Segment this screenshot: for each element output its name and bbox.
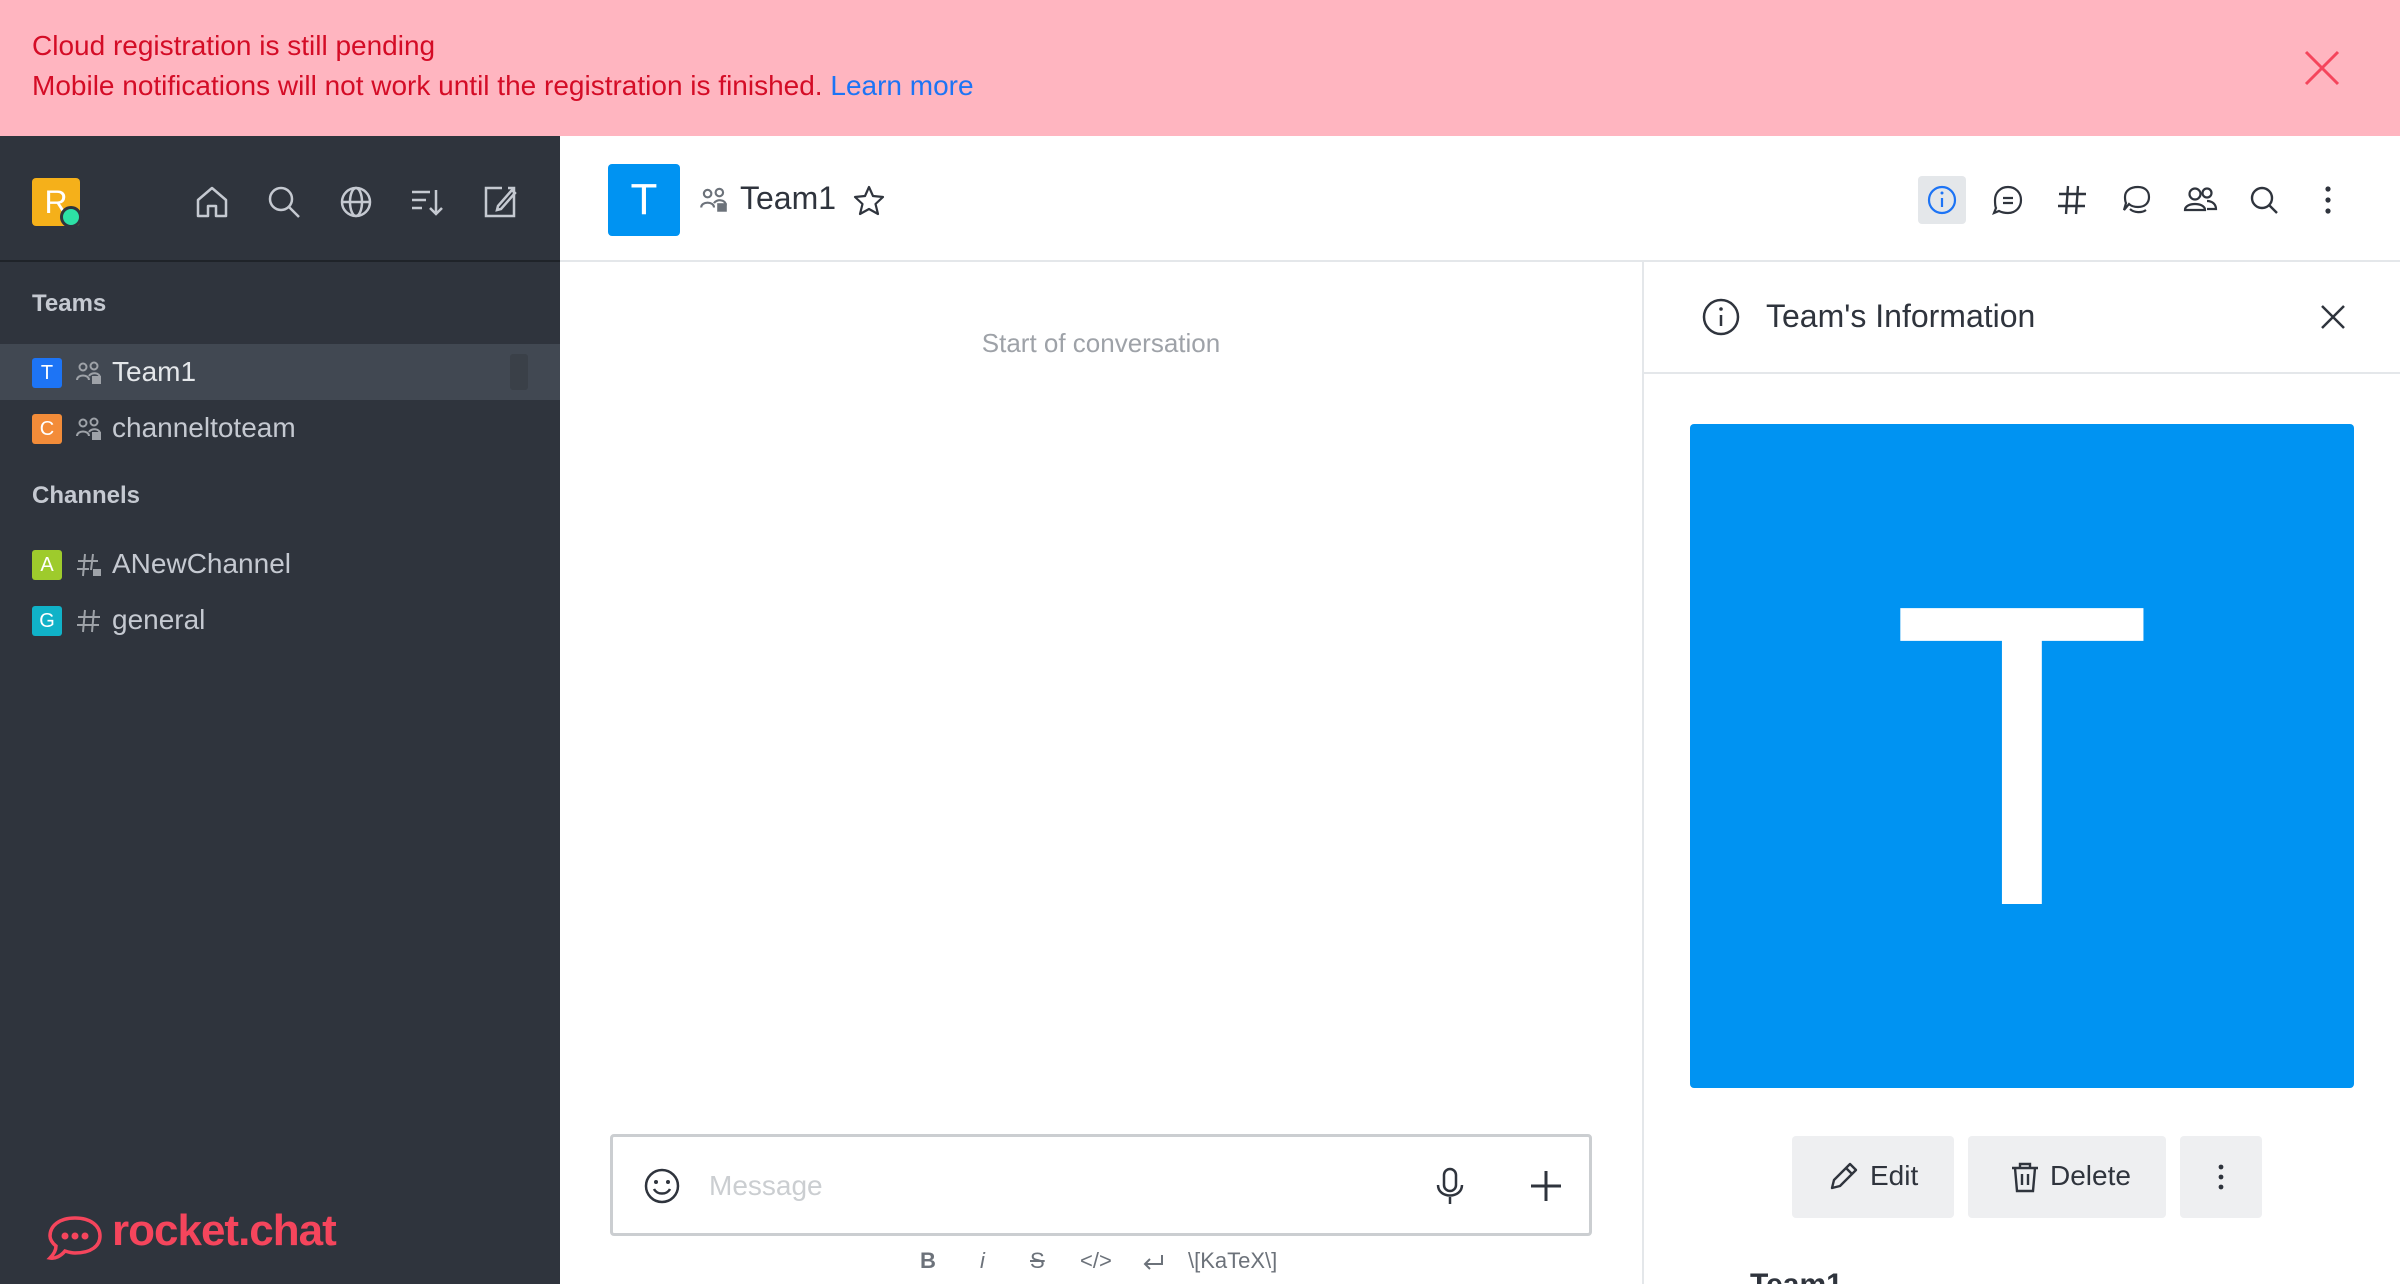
edit-label: Edit <box>1870 1160 1919 1191</box>
team-information-panel: Team's Information T Edit Delete Team1 <box>1642 262 2400 1284</box>
sidebar-item-team1[interactable]: T Team1 <box>0 344 560 400</box>
learn-more-link[interactable]: Learn more <box>830 70 973 101</box>
room-avatar: G <box>32 606 62 636</box>
sort-icon[interactable] <box>404 180 448 224</box>
message-composer <box>610 1134 1592 1236</box>
katex-format-button[interactable]: \[KaTeX\] <box>1188 1248 1277 1274</box>
sidebar-item-general[interactable]: G general <box>0 592 560 648</box>
channels-section-title: Channels <box>32 482 141 509</box>
cloud-registration-banner: Cloud registration is still pending Mobi… <box>0 0 2400 136</box>
sidebar-item-label: channeltoteam <box>112 412 296 443</box>
home-icon[interactable] <box>190 180 234 224</box>
sidebar-item-channeltoteam[interactable]: C channeltoteam <box>0 400 560 456</box>
banner-title: Cloud registration is still pending <box>32 30 436 61</box>
kebab-menu-icon[interactable] <box>2304 176 2352 224</box>
private-channel-icon <box>77 553 101 577</box>
more-options-button[interactable] <box>2180 1136 2262 1218</box>
banner-message-text: Mobile notifications will not work until… <box>32 70 823 101</box>
room-avatar[interactable]: T <box>608 164 680 236</box>
discussion-icon[interactable] <box>1984 176 2032 224</box>
sidebar: R Teams T Team1 C channeltoteam Channels… <box>0 136 560 1284</box>
sidebar-header: R <box>0 136 560 262</box>
delete-button[interactable]: Delete <box>1968 1136 2166 1218</box>
delete-label: Delete <box>2050 1160 2131 1191</box>
room-avatar: A <box>32 550 62 580</box>
team-name-label: Team1 <box>1690 1268 1843 1284</box>
pencil-icon <box>1830 1162 1858 1190</box>
edit-button[interactable]: Edit <box>1792 1136 1954 1218</box>
team-channels-icon[interactable] <box>2048 176 2096 224</box>
members-icon[interactable] <box>2176 176 2224 224</box>
code-format-button[interactable]: </> <box>1080 1248 1112 1274</box>
strikethrough-format-button[interactable]: S <box>1030 1248 1045 1274</box>
teams-section-title: Teams <box>32 290 107 317</box>
room-avatar: C <box>32 414 62 444</box>
threads-icon[interactable] <box>2112 176 2160 224</box>
scrollbar[interactable] <box>510 354 528 390</box>
info-icon <box>1702 298 1740 336</box>
team-icon <box>700 187 727 212</box>
message-list: Start of conversation B i S </> \[KaTeX\… <box>560 262 1642 1284</box>
star-icon[interactable] <box>852 184 886 218</box>
sidebar-item-label: general <box>112 604 206 635</box>
user-status-online <box>60 206 82 228</box>
team-avatar: T <box>1690 424 2354 1088</box>
rocket-chat-logo-icon <box>46 1216 102 1260</box>
bold-format-button[interactable]: B <box>920 1248 936 1274</box>
hash-icon <box>77 609 100 633</box>
panel-header: Team's Information <box>1644 262 2400 374</box>
create-new-icon[interactable] <box>478 180 522 224</box>
trash-icon <box>2012 1162 2038 1193</box>
start-of-conversation: Start of conversation <box>981 328 1221 358</box>
search-icon[interactable] <box>262 180 306 224</box>
italic-format-button[interactable]: i <box>980 1248 985 1274</box>
emoji-icon[interactable] <box>641 1165 683 1207</box>
kebab-menu-icon <box>2218 1164 2224 1190</box>
sidebar-item-anewchannel[interactable]: A ANewChannel <box>0 536 560 592</box>
team-icon <box>76 417 101 440</box>
room-avatar: T <box>32 358 62 388</box>
plus-icon[interactable] <box>1523 1163 1569 1209</box>
team-icon <box>76 361 101 384</box>
room-title: Team1 <box>740 180 837 216</box>
info-icon[interactable] <box>1918 176 1966 224</box>
close-icon[interactable] <box>2300 46 2344 90</box>
banner-message: Mobile notifications will not work until… <box>32 70 974 102</box>
close-icon[interactable] <box>2312 296 2354 338</box>
team-name: Team1 <box>1690 1268 1843 1284</box>
microphone-icon[interactable] <box>1427 1163 1473 1209</box>
sidebar-item-label: ANewChannel <box>112 548 291 579</box>
sidebar-item-label: Team1 <box>112 356 197 387</box>
directory-globe-icon[interactable] <box>334 180 378 224</box>
message-input[interactable] <box>709 1157 1409 1215</box>
panel-title: Team's Information <box>1766 298 2036 334</box>
rocket-chat-logo-text: rocket.chat <box>112 1206 337 1255</box>
search-icon[interactable] <box>2240 176 2288 224</box>
multiline-icon[interactable] <box>1140 1252 1166 1274</box>
room-header: T Team1 <box>560 136 2400 262</box>
